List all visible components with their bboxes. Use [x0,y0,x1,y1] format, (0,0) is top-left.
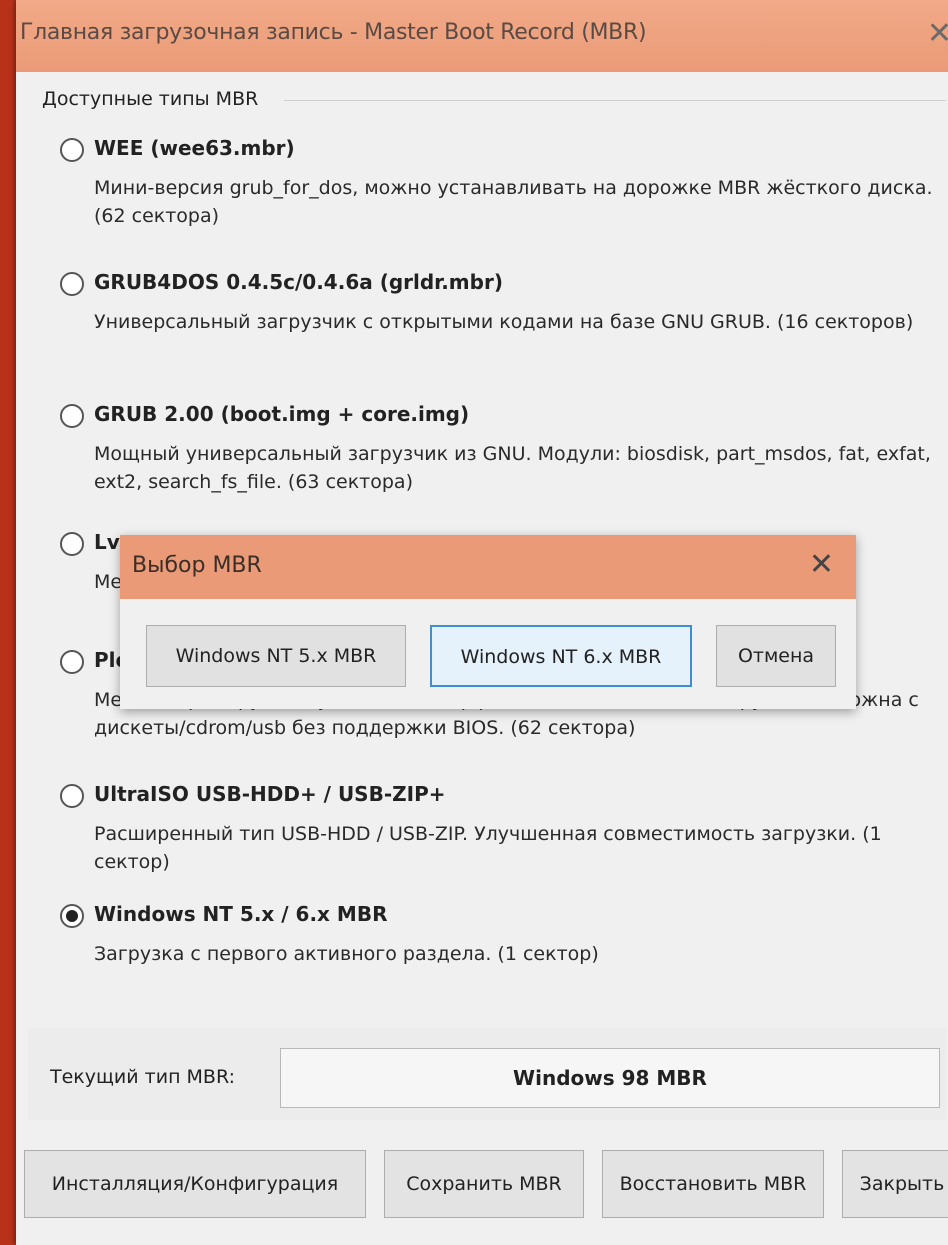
dialog-cancel-button[interactable]: Отмена [716,625,836,687]
option-description: Расширенный тип USB-HDD / USB-ZIP. Улучш… [94,823,882,873]
option-label: Windows NT 5.x / 6.x MBR [94,902,388,926]
dialog-titlebar[interactable]: Выбор MBR ✕ [120,535,856,599]
option-label: WEE (wee63.mbr) [94,136,295,160]
mbr-choice-dialog: Выбор MBR ✕ Windows NT 5.x MBR Windows N… [120,535,856,709]
close-button[interactable]: Закрыть [842,1150,948,1218]
option-label: GRUB4DOS 0.4.5c/0.4.6a (grldr.mbr) [94,270,503,294]
window-close-icon[interactable]: ✕ [927,16,948,51]
option-label: GRUB 2.00 (boot.img + core.img) [94,402,470,426]
current-mbr-value: Windows 98 MBR [280,1048,940,1108]
radio-windows-nt[interactable] [60,904,84,928]
radio-lv[interactable] [60,532,84,556]
install-config-button[interactable]: Инсталляция/Конфигурация [24,1150,366,1218]
option-description: Загрузка с первого активного раздела. (1… [94,943,599,965]
current-mbr-label: Текущий тип MBR: [50,1066,235,1088]
nt5-mbr-button[interactable]: Windows NT 5.x MBR [146,625,406,687]
option-description: Универсальный загрузчик с открытыми кода… [94,311,914,333]
option-description: Мини-версия grub_for_dos, можно устанавл… [94,177,933,227]
window-title: Главная загрузочная запись - Master Boot… [20,20,647,45]
window-titlebar[interactable]: Главная загрузочная запись - Master Boot… [16,0,948,72]
radio-plop[interactable] [60,650,84,674]
dialog-close-icon[interactable]: ✕ [809,547,834,582]
nt6-mbr-button[interactable]: Windows NT 6.x MBR [430,625,692,687]
dialog-title: Выбор MBR [132,553,262,578]
option-label: UltraISO USB-HDD+ / USB-ZIP+ [94,782,446,806]
radio-grub2[interactable] [60,404,84,428]
group-label: Доступные типы MBR [42,88,259,110]
restore-mbr-button[interactable]: Восстановить MBR [602,1150,824,1218]
group-divider [284,100,946,101]
desktop-background [0,0,16,1245]
radio-ultraiso[interactable] [60,784,84,808]
option-label: Lv [94,530,120,554]
radio-wee[interactable] [60,138,84,162]
radio-grub4dos[interactable] [60,272,84,296]
save-mbr-button[interactable]: Сохранить MBR [384,1150,584,1218]
option-description: Мощный универсальный загрузчик из GNU. М… [94,443,931,493]
